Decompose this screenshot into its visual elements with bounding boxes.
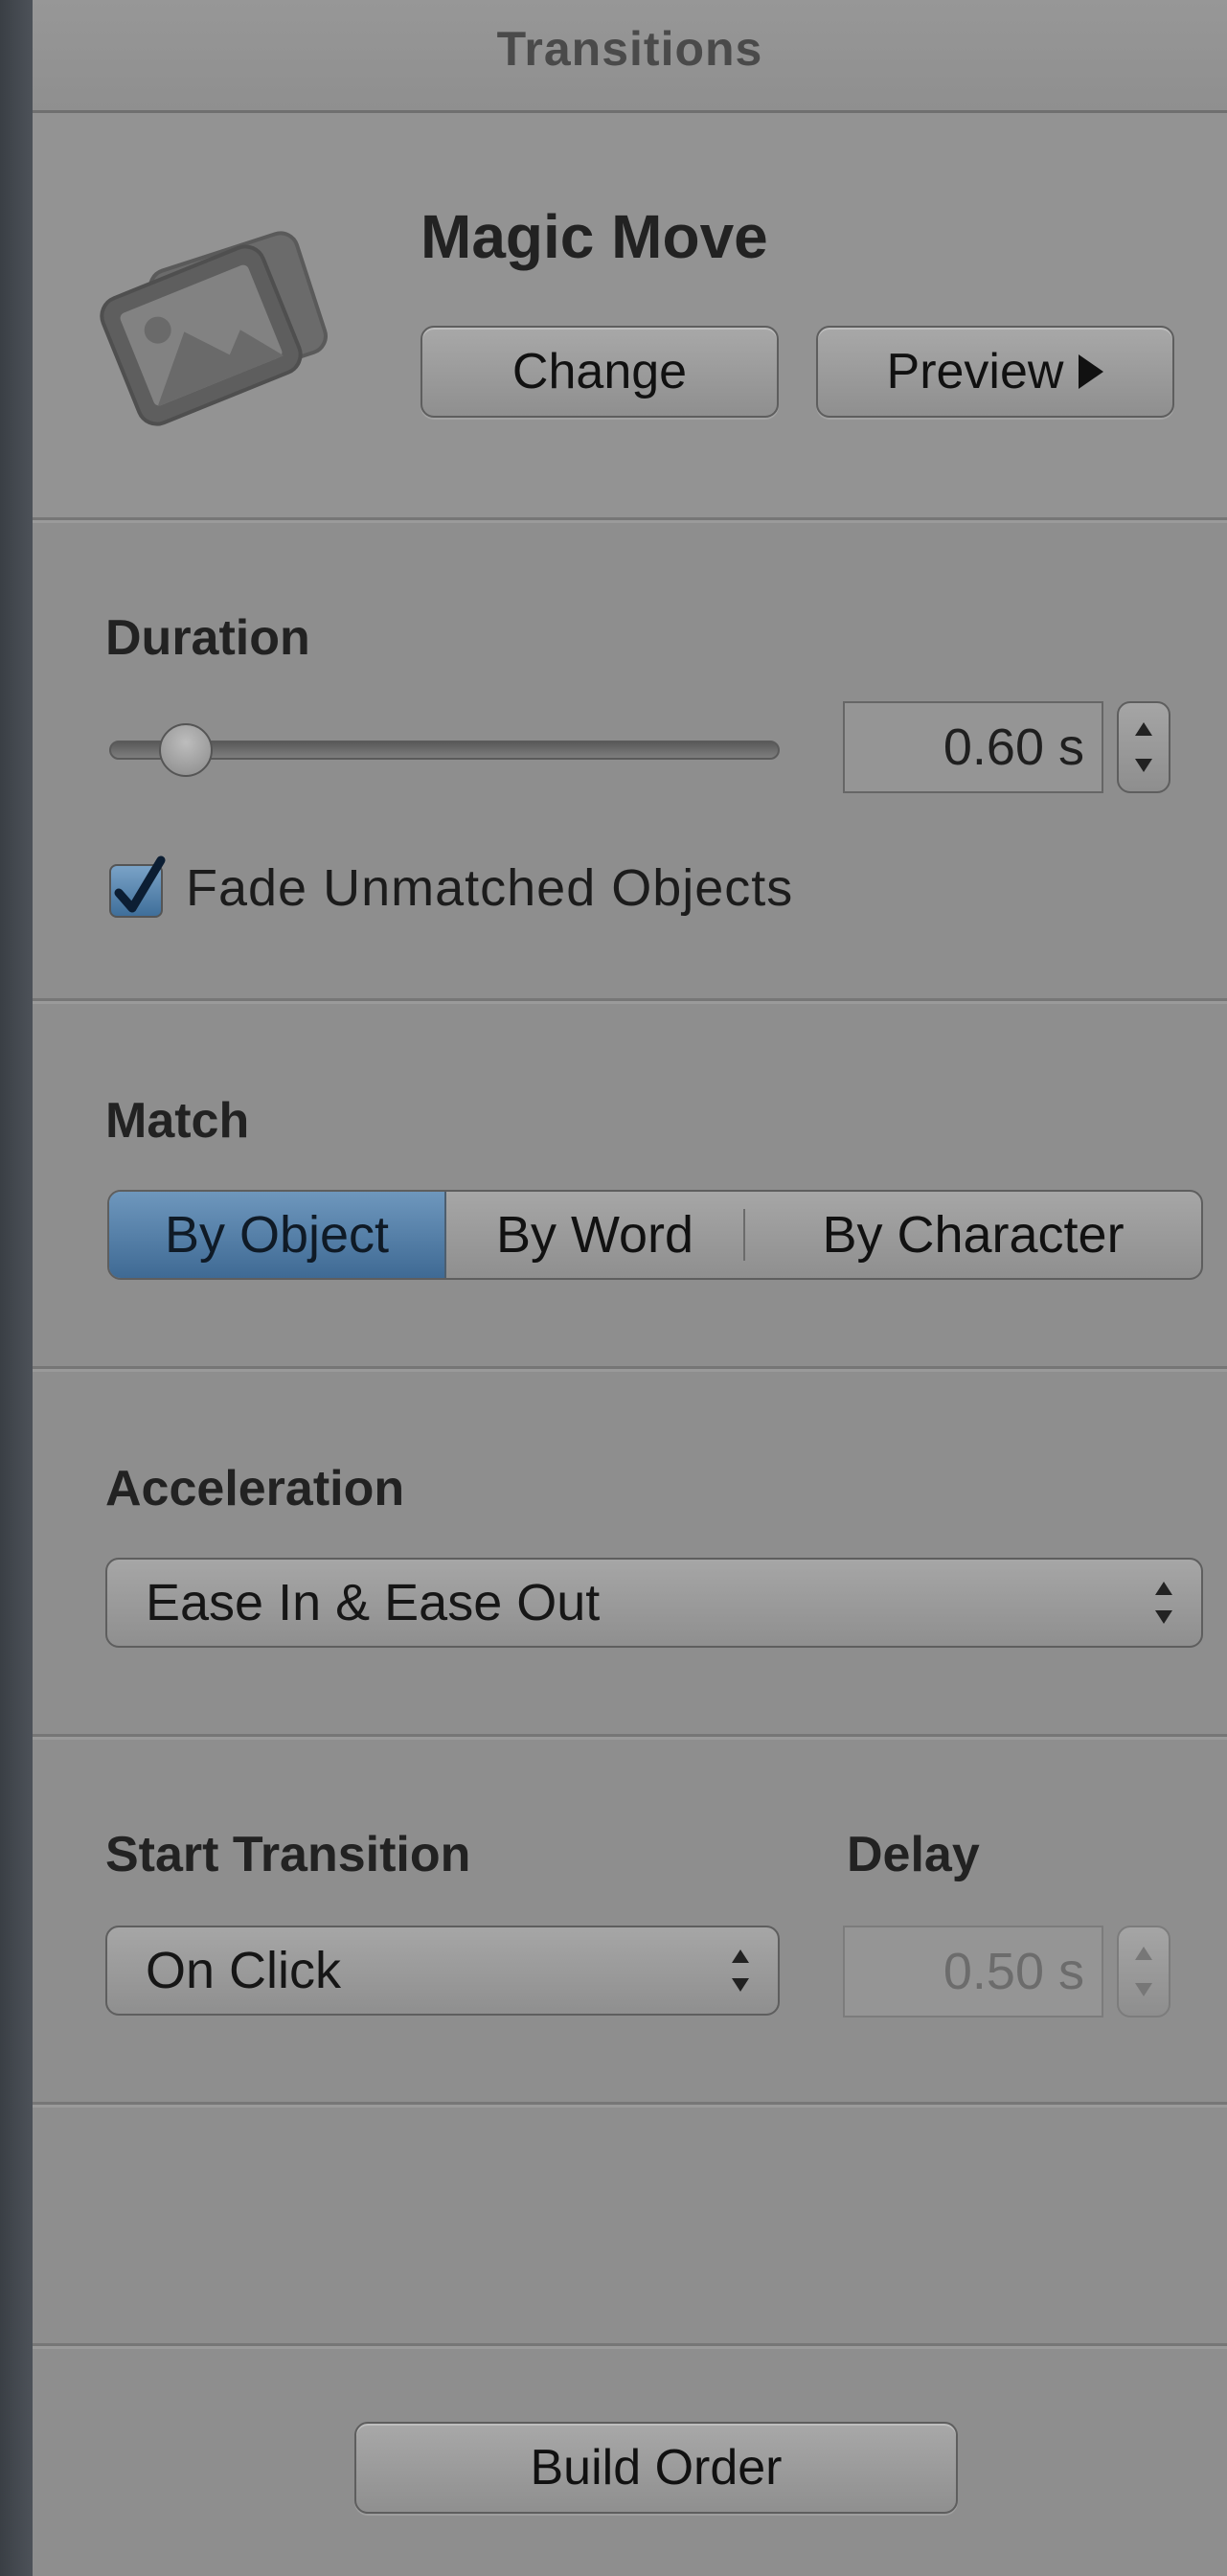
segment-by-object[interactable]: By Object	[109, 1192, 446, 1278]
fade-unmatched-label: Fade Unmatched Objects	[186, 859, 794, 917]
segment-by-character[interactable]: By Character	[745, 1192, 1201, 1278]
duration-slider-knob[interactable]	[158, 723, 213, 777]
preview-button[interactable]: Preview	[816, 326, 1174, 418]
fade-unmatched-checkbox[interactable]	[109, 855, 166, 918]
change-button-label: Change	[511, 344, 688, 399]
delay-field[interactable]: 0.50 s	[843, 1926, 1103, 2017]
acceleration-label: Acceleration	[105, 1461, 405, 1516]
stepper-up-icon[interactable]	[1135, 722, 1152, 736]
panel-title: Transitions	[496, 22, 763, 76]
build-order-button[interactable]: Build Order	[354, 2422, 958, 2514]
start-transition-label: Start Transition	[105, 1827, 471, 1882]
divider	[33, 1366, 1227, 1369]
duration-stepper[interactable]	[1117, 701, 1170, 793]
delay-value: 0.50 s	[943, 1943, 1084, 2000]
checkmark-icon	[114, 855, 166, 913]
delay-label: Delay	[847, 1827, 980, 1882]
play-icon	[1079, 354, 1104, 389]
segment-label: By Word	[495, 1206, 694, 1264]
stepper-down-icon[interactable]	[1135, 1983, 1152, 1996]
duration-label: Duration	[105, 610, 310, 666]
transition-name: Magic Move	[420, 202, 768, 271]
divider	[33, 2102, 1227, 2105]
segment-label: By Object	[164, 1206, 390, 1264]
duration-field[interactable]: 0.60 s	[843, 701, 1103, 793]
duration-value: 0.60 s	[943, 718, 1084, 776]
divider	[33, 2343, 1227, 2346]
build-order-label: Build Order	[530, 2440, 783, 2496]
segment-label: By Character	[822, 1206, 1125, 1264]
match-segmented-control: By Object By Word By Character	[107, 1190, 1203, 1280]
segment-by-word[interactable]: By Word	[446, 1192, 743, 1278]
divider	[33, 998, 1227, 1001]
stepper-up-icon[interactable]	[1135, 1947, 1152, 1960]
panel-titlebar: Transitions	[33, 0, 1227, 113]
popup-arrows-icon	[1155, 1582, 1172, 1624]
photo-stack-icon	[96, 211, 354, 431]
stepper-down-icon[interactable]	[1135, 759, 1152, 772]
match-label: Match	[105, 1093, 250, 1149]
inspector-panel: Transitions Magic Move Change Preview Du…	[33, 0, 1227, 2576]
acceleration-value: Ease In & Ease Out	[146, 1574, 601, 1631]
acceleration-popup[interactable]: Ease In & Ease Out	[105, 1558, 1203, 1648]
divider	[33, 1734, 1227, 1737]
start-transition-value: On Click	[146, 1942, 342, 1999]
delay-stepper[interactable]	[1117, 1926, 1170, 2017]
preview-button-label: Preview	[886, 344, 1064, 399]
window-left-edge	[0, 0, 33, 2576]
change-button[interactable]: Change	[420, 326, 779, 418]
start-transition-popup[interactable]: On Click	[105, 1926, 780, 2016]
divider	[33, 517, 1227, 520]
popup-arrows-icon	[732, 1949, 749, 1992]
